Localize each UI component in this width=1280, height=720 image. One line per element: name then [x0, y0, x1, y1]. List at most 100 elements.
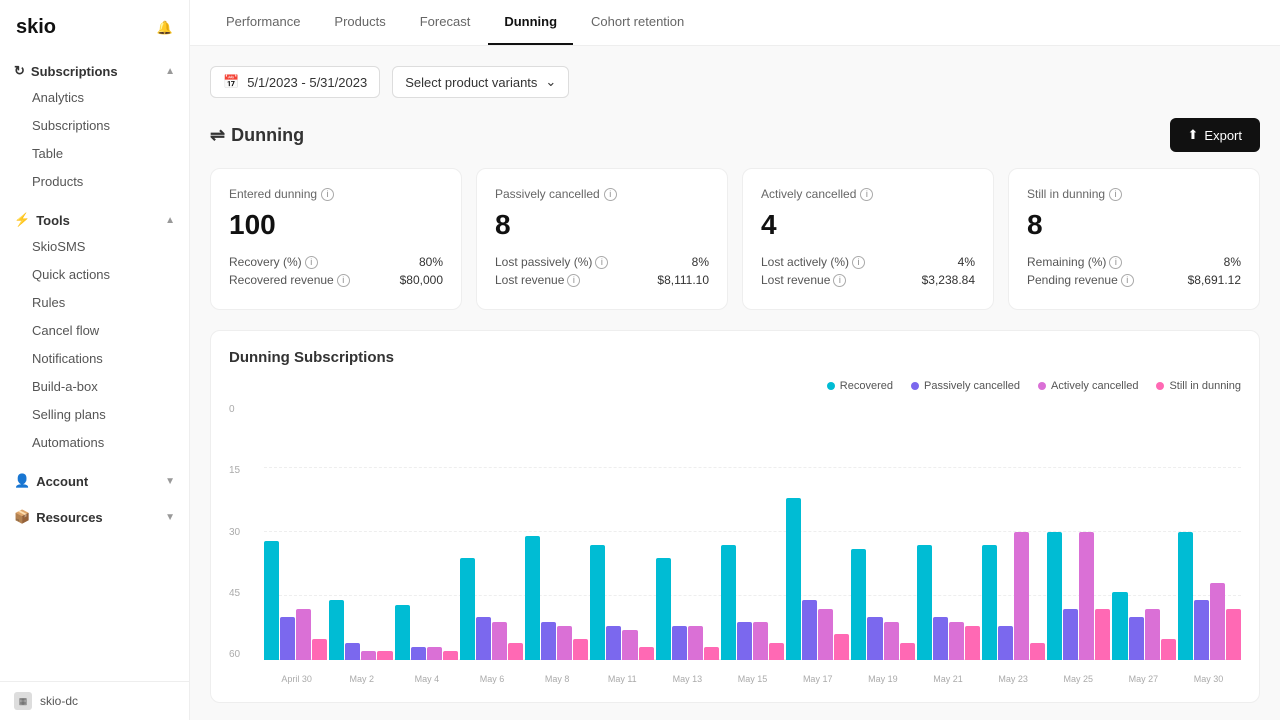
bar-group-6 — [656, 404, 719, 660]
info-icon-3-1[interactable]: i — [1121, 274, 1134, 287]
stat-card-title-1: Passively cancelled i — [495, 187, 709, 201]
bar-6-1 — [672, 626, 687, 660]
bar-11-1 — [998, 626, 1013, 660]
sidebar-section-header-subscriptions[interactable]: ↻ Subscriptions ▲ — [0, 55, 189, 83]
tab-products[interactable]: Products — [318, 0, 401, 45]
sidebar-section-resources: 📦 Resources ▼ — [0, 497, 189, 533]
tab-forecast[interactable]: Forecast — [404, 0, 487, 45]
info-icon-0-1[interactable]: i — [337, 274, 350, 287]
sidebar-section-header-account[interactable]: 👤 Account ▼ — [0, 465, 189, 493]
bar-11-3 — [1030, 643, 1045, 660]
chart-title: Dunning Subscriptions — [229, 349, 1241, 366]
date-range-value: 5/1/2023 - 5/31/2023 — [247, 75, 367, 90]
main-content: Performance Products Forecast Dunning Co… — [190, 0, 1280, 720]
info-icon-1-0[interactable]: i — [595, 256, 608, 269]
sidebar-item-quick-actions[interactable]: Quick actions — [6, 261, 183, 288]
bar-group-11 — [982, 404, 1045, 660]
stat-card-still-in-dunning: Still in dunning i 8 Remaining (%) i 8% … — [1008, 168, 1260, 310]
sidebar-item-selling-plans[interactable]: Selling plans — [6, 401, 183, 428]
sidebar-item-table[interactable]: Table — [6, 140, 183, 167]
bar-6-0 — [656, 558, 671, 660]
bar-group-4 — [525, 404, 588, 660]
x-label-9: May 19 — [850, 674, 915, 684]
bar-10-1 — [933, 617, 948, 660]
info-icon-2[interactable]: i — [860, 188, 873, 201]
bars-container — [264, 404, 1241, 660]
info-icon-2-1[interactable]: i — [833, 274, 846, 287]
chart-y-labels: 60 45 30 15 0 — [229, 404, 257, 660]
stat-cards: Entered dunning i 100 Recovery (%) i 80%… — [210, 168, 1260, 310]
sidebar-section-tools: ⚡ Tools ▲ SkioSMS Quick actions Rules Ca… — [0, 200, 189, 461]
info-icon-0-0[interactable]: i — [305, 256, 318, 269]
info-icon-3-0[interactable]: i — [1109, 256, 1122, 269]
sidebar-item-rules[interactable]: Rules — [6, 289, 183, 316]
bar-1-0 — [329, 600, 344, 660]
legend-passively-cancelled: Passively cancelled — [911, 380, 1020, 392]
bar-10-3 — [965, 626, 980, 660]
x-label-13: May 27 — [1111, 674, 1176, 684]
tab-dunning[interactable]: Dunning — [488, 0, 573, 45]
chart-x-labels: April 30May 2May 4May 6May 8May 11May 13… — [264, 674, 1241, 684]
export-button[interactable]: ⬆ Export — [1170, 118, 1260, 152]
stat-card-entered-dunning: Entered dunning i 100 Recovery (%) i 80%… — [210, 168, 462, 310]
bar-14-0 — [1178, 532, 1193, 660]
stat-card-row-0-0: Recovery (%) i 80% — [229, 255, 443, 269]
sidebar-item-automations[interactable]: Automations — [6, 429, 183, 456]
sidebar-section-header-tools[interactable]: ⚡ Tools ▲ — [0, 204, 189, 232]
content-area: 📅 5/1/2023 - 5/31/2023 Select product va… — [190, 46, 1280, 720]
x-label-7: May 15 — [720, 674, 785, 684]
chart-legend: Recovered Passively cancelled Actively c… — [229, 380, 1241, 392]
bar-5-0 — [590, 545, 605, 660]
sidebar-item-cancel-flow[interactable]: Cancel flow — [6, 317, 183, 344]
bar-group-10 — [917, 404, 980, 660]
resources-icon: 📦 — [14, 509, 30, 525]
stat-card-value-2: 4 — [761, 209, 975, 241]
bar-11-0 — [982, 545, 997, 660]
export-icon: ⬆ — [1188, 127, 1199, 143]
logo-text: skio — [16, 16, 56, 39]
stat-card-row-3-1: Pending revenue i $8,691.12 — [1027, 273, 1241, 287]
info-icon-0[interactable]: i — [321, 188, 334, 201]
tools-icon: ⚡ — [14, 212, 30, 228]
bar-3-1 — [476, 617, 491, 660]
bar-4-0 — [525, 536, 540, 660]
legend-dot-recovered — [827, 382, 835, 390]
dunning-header: ⇌ Dunning ⬆ Export — [210, 118, 1260, 152]
stat-card-title-3: Still in dunning i — [1027, 187, 1241, 201]
bar-14-1 — [1194, 600, 1209, 660]
legend-dot-still — [1156, 382, 1164, 390]
bar-3-0 — [460, 558, 475, 660]
sidebar-section-header-resources[interactable]: 📦 Resources ▼ — [0, 501, 189, 529]
sidebar-item-analytics[interactable]: Analytics — [6, 84, 183, 111]
sidebar-item-products[interactable]: Products — [6, 168, 183, 195]
bar-9-0 — [851, 549, 866, 660]
bar-0-1 — [280, 617, 295, 660]
sidebar-item-notifications[interactable]: Notifications — [6, 345, 183, 372]
date-picker[interactable]: 📅 5/1/2023 - 5/31/2023 — [210, 66, 380, 98]
info-icon-2-0[interactable]: i — [852, 256, 865, 269]
product-variants-select[interactable]: Select product variants ⌄ — [392, 66, 569, 98]
legend-actively-cancelled: Actively cancelled — [1038, 380, 1138, 392]
stat-card-title-2: Actively cancelled i — [761, 187, 975, 201]
tab-performance[interactable]: Performance — [210, 0, 316, 45]
calendar-icon: 📅 — [223, 74, 239, 90]
x-label-3: May 6 — [459, 674, 524, 684]
bar-12-0 — [1047, 532, 1062, 660]
subscriptions-title: ↻ Subscriptions — [14, 63, 118, 79]
stat-card-actively-cancelled: Actively cancelled i 4 Lost actively (%)… — [742, 168, 994, 310]
sidebar-item-subscriptions[interactable]: Subscriptions — [6, 112, 183, 139]
info-icon-1-1[interactable]: i — [567, 274, 580, 287]
bell-icon[interactable]: 🔔 — [157, 20, 173, 36]
sidebar-item-skiosms[interactable]: SkioSMS — [6, 233, 183, 260]
legend-dot-passively — [911, 382, 919, 390]
bar-7-3 — [769, 643, 784, 660]
info-icon-3[interactable]: i — [1109, 188, 1122, 201]
info-icon-1[interactable]: i — [604, 188, 617, 201]
sidebar-item-build-a-box[interactable]: Build-a-box — [6, 373, 183, 400]
x-label-0: April 30 — [264, 674, 329, 684]
resources-chevron: ▼ — [165, 512, 175, 523]
sidebar-section-subscriptions: ↻ Subscriptions ▲ Analytics Subscription… — [0, 51, 189, 200]
bar-group-9 — [851, 404, 914, 660]
tab-cohort-retention[interactable]: Cohort retention — [575, 0, 700, 45]
bar-5-1 — [606, 626, 621, 660]
